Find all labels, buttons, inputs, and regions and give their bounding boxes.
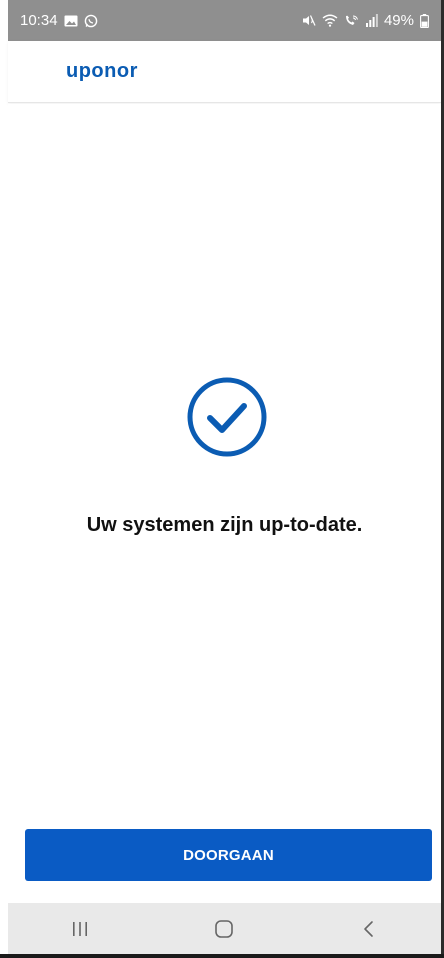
status-bar: 10:34 49% bbox=[8, 0, 441, 41]
main-content: Uw systemen zijn up-to-date. bbox=[8, 104, 441, 826]
signal-icon bbox=[365, 14, 378, 27]
app-header: uponor bbox=[8, 41, 441, 103]
mute-icon bbox=[302, 14, 316, 27]
check-circle-icon bbox=[186, 376, 268, 458]
wifi-icon bbox=[322, 14, 338, 27]
navigation-bar bbox=[8, 903, 441, 954]
battery-percentage: 49% bbox=[383, 12, 414, 29]
continue-button[interactable]: DOORGAAN bbox=[25, 829, 432, 881]
gallery-icon bbox=[64, 15, 78, 27]
back-icon[interactable] bbox=[339, 909, 399, 949]
wifi-calling-icon bbox=[344, 14, 360, 27]
uponor-logo: uponor bbox=[66, 60, 138, 82]
status-right: 49% bbox=[302, 12, 429, 29]
whatsapp-icon bbox=[84, 14, 98, 28]
status-left: 10:34 bbox=[20, 12, 98, 29]
status-message: Uw systemen zijn up-to-date. bbox=[86, 514, 363, 536]
home-icon[interactable] bbox=[194, 909, 254, 949]
screen-edge-bottom bbox=[0, 954, 444, 958]
battery-icon bbox=[420, 13, 429, 28]
recent-apps-icon[interactable] bbox=[50, 909, 110, 949]
status-time: 10:34 bbox=[20, 12, 58, 29]
phone-screen: 10:34 49% uponor Uw systemen zijn up-to-… bbox=[0, 0, 444, 958]
